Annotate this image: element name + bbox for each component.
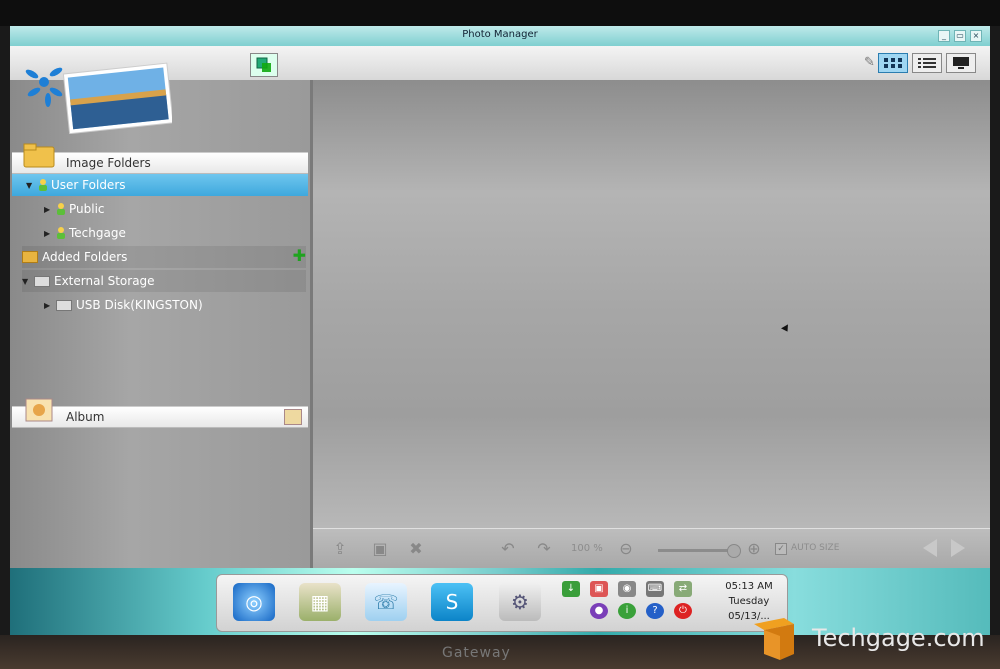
sidebar: Image Folders ▼ User Folders ▶ Public ▶ … — [10, 80, 313, 568]
close-icon[interactable]: × — [970, 30, 982, 42]
user-folders-label: User Folders — [51, 178, 126, 192]
slideshow-view-button[interactable] — [946, 53, 976, 73]
photo-manager-app-icon[interactable]: ▦ — [299, 583, 341, 621]
add-folder-icon[interactable]: ✚ — [293, 248, 306, 264]
download-tray-icon[interactable]: ↓ — [562, 581, 580, 597]
monitor-brand: Gateway — [442, 645, 511, 661]
watermark-text: Techgage.com — [812, 624, 985, 652]
image-folders-header[interactable]: Image Folders — [12, 143, 308, 174]
tree-user-folders[interactable]: ▼ User Folders — [12, 174, 308, 196]
download-arrow-icon — [256, 57, 271, 72]
monitor-bezel-top — [0, 0, 1000, 26]
disc-tray-icon[interactable]: ◉ — [618, 581, 636, 597]
watermark: Techgage.com — [742, 610, 1000, 666]
viewer-toolbar: ⇪ ▣ ✖ ↶ ↷ 100 % ⊖ ⊕ ✓ AUTO SIZE — [313, 528, 990, 569]
zoom-in-icon[interactable]: ⊕ — [743, 539, 765, 559]
keyboard-tray-icon[interactable]: ⌨ — [646, 581, 664, 597]
expand-triangle-icon[interactable]: ▼ — [22, 277, 34, 286]
previous-arrow-icon[interactable] — [923, 539, 937, 557]
collapse-triangle-icon[interactable]: ▶ — [44, 205, 56, 214]
network-tray-icon[interactable]: ⇄ — [674, 581, 692, 597]
slideshow-icon[interactable]: ▣ — [369, 539, 391, 559]
auto-size-checkbox[interactable]: ✓ — [775, 543, 787, 555]
thumbnail-view-button[interactable] — [878, 53, 908, 73]
list-view-button[interactable] — [912, 53, 942, 73]
browser-app-icon[interactable]: ◎ — [233, 583, 275, 621]
album-label: Album — [66, 410, 105, 424]
expand-triangle-icon[interactable]: ▼ — [26, 181, 38, 190]
window-controls: _ ▭ × — [938, 30, 982, 42]
upload-icon[interactable]: ⇪ — [329, 539, 351, 559]
external-storage-label: External Storage — [54, 274, 155, 288]
title-bar: Photo Manager _ ▭ × — [10, 26, 990, 47]
grid-view-icon — [884, 58, 902, 68]
list-view-icon — [918, 58, 936, 68]
system-tray: ↓ ▣ ◉ ⌨ ⇄ ● i ? ⏻ — [562, 581, 702, 625]
skype-app-icon[interactable]: S — [431, 583, 473, 621]
photo-tray-icon[interactable]: ▣ — [590, 581, 608, 597]
rotate-right-icon[interactable]: ↷ — [533, 539, 555, 559]
zoom-slider[interactable] — [658, 549, 734, 552]
mouse-cursor-icon — [781, 324, 791, 334]
minimize-icon[interactable]: _ — [938, 30, 950, 42]
next-arrow-icon[interactable] — [951, 539, 965, 557]
usb-drive-icon — [56, 299, 72, 311]
folder-icon — [23, 143, 55, 168]
tree-added-folders[interactable]: Added Folders ✚ — [22, 246, 306, 268]
user-tray-icon[interactable]: ● — [590, 603, 608, 619]
import-arrow-button[interactable] — [250, 53, 278, 77]
usb-disk-label: USB Disk(KINGSTON) — [76, 298, 203, 312]
folder-icon — [22, 251, 38, 263]
collapse-triangle-icon[interactable]: ▶ — [44, 229, 56, 238]
album-header[interactable]: Album — [12, 398, 308, 428]
window-title: Photo Manager — [462, 29, 538, 40]
auto-size-label: AUTO SIZE — [791, 543, 840, 553]
zoom-slider-handle[interactable] — [727, 544, 741, 558]
rotate-left-icon[interactable]: ↶ — [497, 539, 519, 559]
info-tray-icon[interactable]: i — [618, 603, 636, 619]
help-tray-icon[interactable]: ? — [646, 603, 664, 619]
clock-time: 05:13 AM — [725, 581, 773, 592]
added-folders-label: Added Folders — [42, 250, 128, 264]
view-mode-buttons: ✎ — [864, 53, 976, 73]
settings-app-icon[interactable]: ⚙ — [499, 583, 541, 621]
tree-techgage[interactable]: ▶ Techgage — [44, 222, 244, 244]
album-icon — [25, 398, 53, 422]
tree-usb-disk[interactable]: ▶ USB Disk(KINGSTON) — [44, 294, 284, 316]
power-icon[interactable]: ⏻ — [674, 603, 692, 619]
zoom-level: 100 % — [571, 543, 603, 554]
add-album-icon[interactable] — [284, 409, 302, 425]
pencil-icon[interactable]: ✎ — [864, 55, 875, 71]
tree-external-storage[interactable]: ▼ External Storage — [22, 270, 306, 292]
monitor-icon — [953, 57, 969, 69]
user-icon — [57, 203, 65, 215]
public-label: Public — [69, 202, 105, 216]
clock-day: Tuesday — [728, 596, 770, 607]
tree-public[interactable]: ▶ Public — [44, 198, 244, 220]
collapse-triangle-icon[interactable]: ▶ — [44, 301, 56, 310]
zoom-out-icon[interactable]: ⊖ — [615, 539, 637, 559]
user-icon — [39, 179, 47, 191]
drive-icon — [34, 275, 50, 287]
techgage-label: Techgage — [69, 226, 126, 240]
image-viewer-area[interactable] — [313, 80, 990, 528]
delete-icon[interactable]: ✖ — [405, 539, 427, 559]
user-icon — [57, 227, 65, 239]
taskbar-dock: ◎ ▦ ☏ S ⚙ ↓ ▣ ◉ ⌨ ⇄ ● i ? ⏻ 05:13 AM Tue… — [216, 574, 788, 632]
screen: Photo Manager _ ▭ × ✎ Image Folders ▼ Us… — [10, 26, 990, 636]
restore-icon[interactable]: ▭ — [954, 30, 966, 42]
app-logo — [25, 62, 172, 134]
chat-app-icon[interactable]: ☏ — [365, 583, 407, 621]
techgage-logo-icon — [754, 618, 794, 660]
image-folders-label: Image Folders — [66, 156, 151, 170]
